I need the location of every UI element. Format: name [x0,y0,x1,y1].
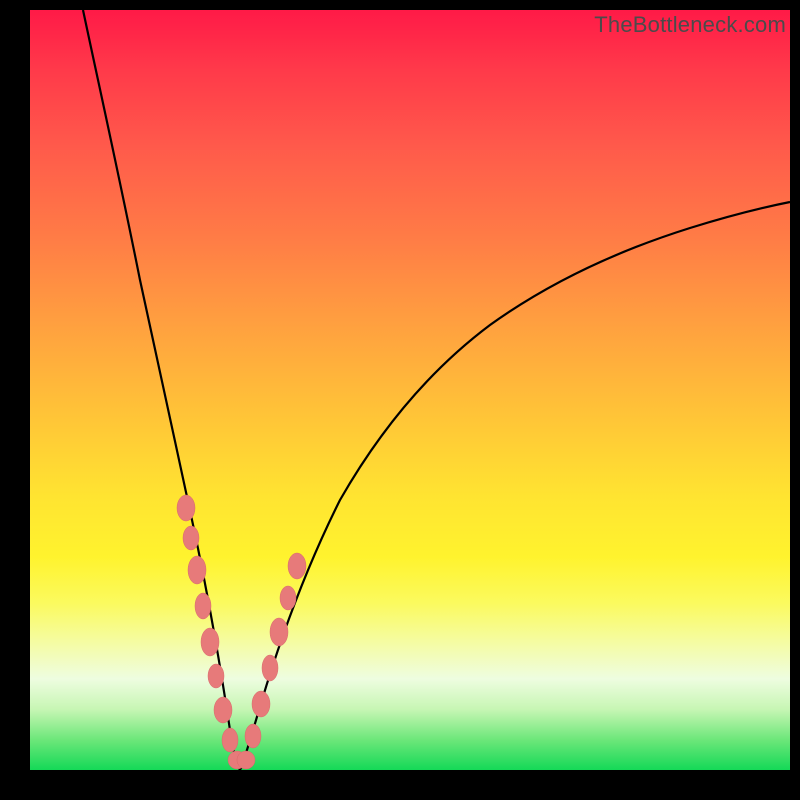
dot [237,751,255,769]
dot [208,664,224,688]
plot-area [30,10,790,770]
dot [214,697,232,723]
dot [195,593,211,619]
dot [177,495,195,521]
dot [222,728,238,752]
dot [183,526,199,550]
dot [201,628,219,656]
dot [270,618,288,646]
curve-left-branch [83,10,240,770]
dot [280,586,296,610]
curve-right-branch [240,202,790,770]
curve-layer [30,10,790,770]
watermark-text: TheBottleneck.com [594,12,786,38]
dot [188,556,206,584]
highlight-dots [177,495,306,769]
chart-frame: TheBottleneck.com [0,0,800,800]
dot [288,553,306,579]
dot [262,655,278,681]
dot [245,724,261,748]
dot [252,691,270,717]
